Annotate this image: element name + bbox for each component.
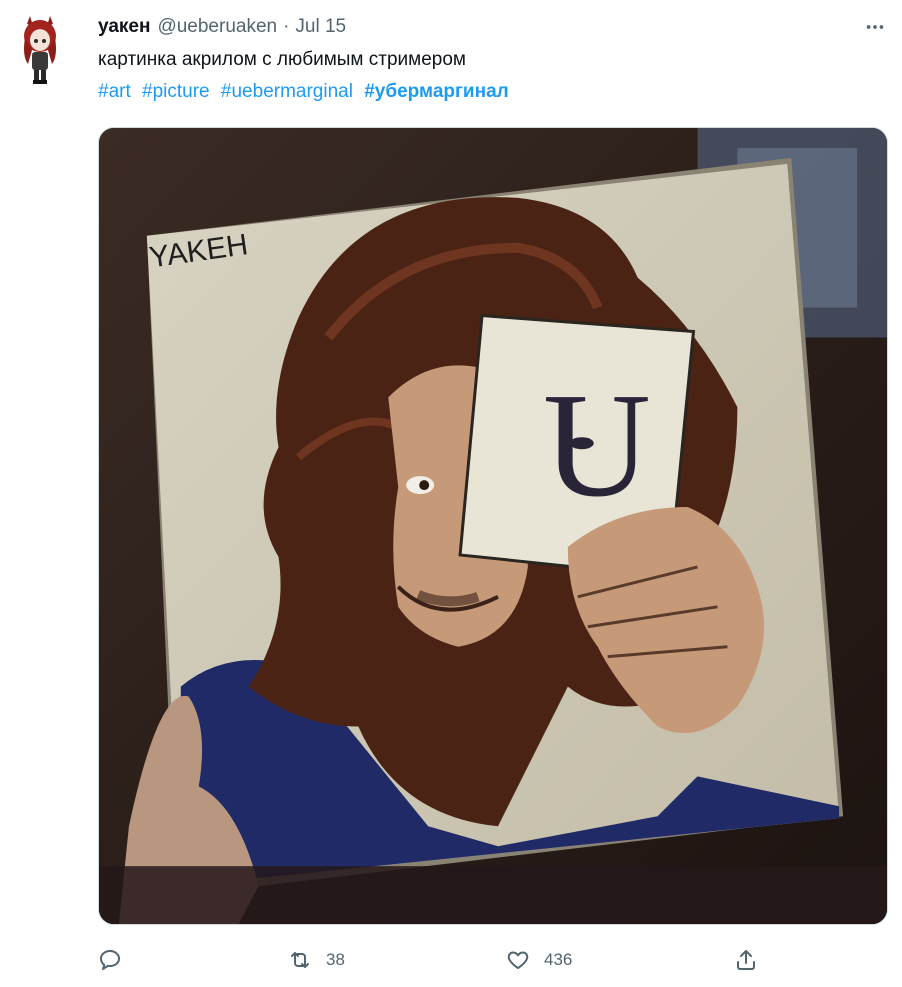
share-icon bbox=[737, 950, 755, 970]
painting-photo: YAKEH U bbox=[99, 128, 887, 924]
card-letter: U bbox=[543, 363, 651, 528]
tweet-text: картинка акрилом с любимым стримером bbox=[98, 49, 466, 70]
avatar-image bbox=[24, 16, 56, 84]
heart-icon bbox=[507, 951, 529, 969]
like-button[interactable]: 436 bbox=[506, 940, 572, 980]
share-button[interactable] bbox=[734, 940, 758, 980]
hashtag-link[interactable]: #art bbox=[98, 81, 131, 102]
tweet: уакен @ueberuaken · Jul 15 картинка акри… bbox=[0, 0, 902, 987]
retweet-count: 38 bbox=[326, 950, 345, 969]
action-bar: 38 436 bbox=[98, 940, 778, 980]
more-button[interactable] bbox=[860, 12, 890, 42]
hashtag-link[interactable]: #убермаргинал bbox=[364, 81, 508, 102]
retweet-icon bbox=[291, 952, 309, 968]
like-count: 436 bbox=[544, 950, 573, 969]
reply-icon bbox=[100, 950, 120, 970]
user-handle[interactable]: @ueberuaken bbox=[157, 15, 277, 39]
avatar[interactable] bbox=[16, 10, 64, 86]
separator-dot: · bbox=[283, 16, 290, 37]
more-horizontal-icon bbox=[866, 25, 884, 29]
display-name[interactable]: уакен bbox=[98, 15, 150, 39]
timestamp[interactable]: Jul 15 bbox=[295, 15, 346, 39]
retweet-button[interactable]: 38 bbox=[288, 940, 345, 980]
hashtag-list: #art #picture #uebermarginal #убермаргин… bbox=[98, 78, 515, 106]
hashtag-link[interactable]: #picture bbox=[142, 81, 210, 102]
tweet-header: уакен @ueberuaken · Jul 15 bbox=[98, 14, 886, 40]
tweet-media-image[interactable]: YAKEH U bbox=[98, 127, 888, 925]
reply-button[interactable] bbox=[98, 940, 136, 980]
hashtag-link[interactable]: #uebermarginal bbox=[221, 81, 353, 102]
